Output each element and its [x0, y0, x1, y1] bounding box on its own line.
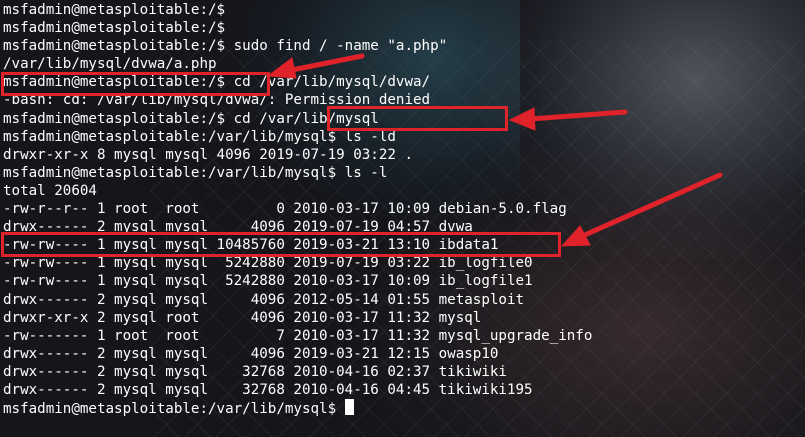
annotation-arrows: [266, 53, 723, 247]
arrow-to-permission-denied-icon: [508, 107, 628, 131]
arrow-to-find-result-icon: [266, 53, 365, 79]
arrow-to-dvwa-row-icon: [560, 172, 723, 247]
